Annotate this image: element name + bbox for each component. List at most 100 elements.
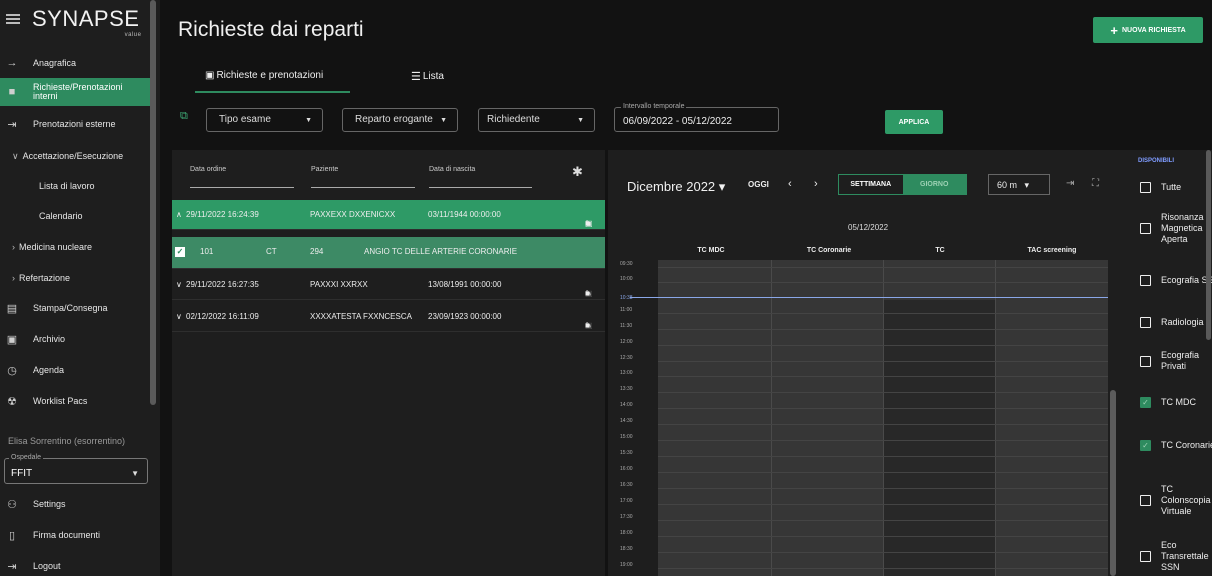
col-data-ordine[interactable]: Data ordine	[190, 166, 226, 173]
col-data-nascita[interactable]: Data di nascita	[429, 166, 475, 173]
available-label: DISPONIBILI	[1138, 158, 1175, 164]
resource-filter-item[interactable]: TC Colonscopia Virtuale	[1140, 484, 1212, 517]
resource-filter-item[interactable]: ✓ TC Coronarie	[1140, 440, 1212, 451]
checkbox[interactable]	[1140, 223, 1151, 234]
cell-birth: 13/08/1991 00:00:00	[428, 280, 502, 289]
interval-label: Intervallo temporale	[621, 103, 687, 110]
sidebar-item-agenda[interactable]: ◷ Agenda	[0, 360, 152, 380]
delete-icon[interactable]: ■	[585, 321, 590, 330]
calendar-grid[interactable]	[658, 260, 1108, 576]
fullscreen-icon[interactable]: ⛶	[1092, 178, 1099, 189]
export-icon[interactable]: ⇥	[1066, 178, 1074, 189]
sidebar-item-lista-di-lavoro[interactable]: Lista di lavoro	[0, 176, 152, 196]
sidebar-item-stampa-consegna[interactable]: ▤ Stampa/Consegna	[0, 298, 152, 318]
table-row[interactable]: ∧ 29/11/2022 16:24:39 PAXXEXX DXXENICXX …	[172, 200, 605, 230]
time-label: 18:30	[620, 546, 633, 552]
sidebar-item-logout[interactable]: ⇥ Logout	[0, 556, 152, 576]
resource-filter-item[interactable]: Radiologia	[1140, 317, 1212, 328]
detail-code: 101	[200, 247, 214, 256]
day-view-button[interactable]: GIORNO	[902, 175, 966, 194]
time-label: 14:00	[620, 402, 633, 408]
sidebar-item-anagrafica[interactable]: → Anagrafica	[0, 52, 152, 74]
sidebar-item-label: Accettazione/Esecuzione	[22, 151, 124, 161]
checkbox[interactable]	[1140, 317, 1151, 328]
time-label: 11:30	[620, 323, 633, 329]
caret-down-icon: ▼	[131, 469, 139, 478]
week-view-button[interactable]: SETTIMANA	[839, 175, 903, 194]
checkbox[interactable]: ✓	[1140, 397, 1151, 408]
sidebar-item-label: Calendario	[39, 211, 83, 221]
delete-icon[interactable]: ■	[585, 219, 590, 228]
grid-column-divider	[995, 260, 996, 576]
resource-filter-item[interactable]: Eco Transrettale SSN	[1140, 540, 1212, 573]
tab-richieste-prenotazioni[interactable]: ▣ Richieste e prenotazioni	[205, 70, 323, 81]
slot-select[interactable]: 60 m ▾	[988, 174, 1050, 195]
time-label: 11:00	[620, 307, 633, 313]
resource-filter-item[interactable]: Risonanza Magnetica Aperta	[1140, 212, 1212, 245]
chevron-right-icon: ›	[12, 242, 15, 252]
detail-checkbox[interactable]: ✓	[175, 247, 185, 257]
filter-toggle-icon[interactable]: ⧉	[180, 110, 188, 123]
tab-lista[interactable]: ☰ Lista	[411, 70, 444, 83]
interval-field[interactable]: Intervallo temporale 06/09/2022 - 05/12/…	[614, 103, 779, 132]
sidebar-item-settings[interactable]: ⚇ Settings	[0, 494, 152, 514]
ospedale-value: FFIT	[11, 468, 33, 479]
sidebar-item-worklist-pacs[interactable]: ☢ Worklist Pacs	[0, 391, 152, 411]
checkbox[interactable]	[1140, 182, 1151, 193]
cell-patient: XXXXATESTA FXXNCESCA	[310, 312, 412, 321]
right-panel-scrollbar[interactable]	[1206, 150, 1211, 340]
chevron-down-icon[interactable]: ∨	[176, 312, 182, 321]
today-button[interactable]: OGGI	[748, 180, 769, 189]
checkbox[interactable]	[1140, 495, 1151, 506]
table-row[interactable]: ∨ 02/12/2022 16:11:09 XXXXATESTA FXXNCES…	[172, 302, 605, 332]
sidebar-item-label: Agenda	[33, 365, 65, 375]
checkbox[interactable]	[1140, 355, 1151, 367]
time-label: 16:00	[620, 466, 633, 472]
col-paziente[interactable]: Paziente	[311, 166, 338, 173]
sidebar-item-prenotazioni-esterne[interactable]: ⇥ Prenotazioni esterne	[0, 114, 152, 134]
plus-icon: +	[1110, 22, 1118, 38]
resource-header: TC	[935, 247, 945, 254]
delete-icon[interactable]: ■	[585, 289, 590, 298]
grid-row-line	[658, 361, 1108, 362]
chevron-up-icon[interactable]: ∧	[176, 210, 182, 219]
reparto-select[interactable]: Reparto erogante ▼	[342, 108, 458, 132]
sidebar-item-label: Lista di lavoro	[39, 181, 95, 191]
hamburger-menu-icon[interactable]	[6, 14, 20, 24]
apply-button[interactable]: APPLICA	[885, 110, 943, 134]
sidebar-item-firma-documenti[interactable]: ▯ Firma documenti	[0, 525, 152, 545]
next-icon[interactable]: ›	[814, 178, 818, 190]
resource-filter-item[interactable]: Tutte	[1140, 182, 1212, 193]
resource-filter-item[interactable]: ✓ TC MDC	[1140, 397, 1212, 408]
resource-filter-item[interactable]: Ecografia SSN	[1140, 275, 1212, 286]
gear-icon[interactable]: ✱	[572, 164, 583, 180]
login-icon: ⇥	[7, 118, 17, 131]
checkbox[interactable]	[1140, 275, 1151, 286]
calendar-panel: Dicembre 2022 ▾ OGGI ‹ › SETTIMANA GIORN…	[608, 150, 1130, 576]
sidebar-item-accettazione[interactable]: ∨ Accettazione/Esecuzione	[0, 146, 152, 166]
sidebar-item-archivio[interactable]: ▣ Archivio	[0, 329, 152, 349]
sidebar-item-richieste[interactable]: ■ Richieste/Prenotazioni interni	[0, 78, 152, 106]
calendar-scrollbar[interactable]	[1110, 390, 1116, 576]
grid-row-line	[658, 376, 1108, 377]
ospedale-select[interactable]: Ospedale FFIT ▼	[4, 454, 148, 484]
sidebar-scrollbar[interactable]	[150, 0, 156, 405]
request-detail-row[interactable]: ✓ 101 CT 294 ANGIO TC DELLE ARTERIE CORO…	[172, 237, 605, 269]
chevron-down-icon[interactable]: ∨	[176, 280, 182, 289]
grid-row-line	[658, 392, 1108, 393]
grid-row-line	[658, 408, 1108, 409]
checkbox[interactable]	[1140, 551, 1151, 562]
month-selector[interactable]: Dicembre 2022 ▾	[627, 179, 725, 195]
sidebar-item-calendario[interactable]: Calendario	[0, 206, 152, 226]
new-request-button[interactable]: + NUOVA RICHIESTA	[1093, 17, 1203, 43]
sidebar-item-refertazione[interactable]: › Refertazione	[0, 268, 152, 288]
prev-icon[interactable]: ‹	[788, 178, 792, 190]
sidebar-item-medicina-nucleare[interactable]: › Medicina nucleare	[0, 237, 152, 257]
table-row[interactable]: ∨ 29/11/2022 16:27:35 PAXXXI XXRXX 13/08…	[172, 270, 605, 300]
checkbox[interactable]: ✓	[1140, 440, 1151, 451]
richiedente-select[interactable]: Richiedente ▼	[478, 108, 595, 132]
user-name: Elisa Sorrentino (esorrentino)	[8, 436, 126, 446]
tipo-esame-select[interactable]: Tipo esame ▼	[206, 108, 323, 132]
ospedale-label: Ospedale	[9, 454, 43, 461]
resource-filter-item[interactable]: Ecografia Privati	[1140, 350, 1212, 372]
